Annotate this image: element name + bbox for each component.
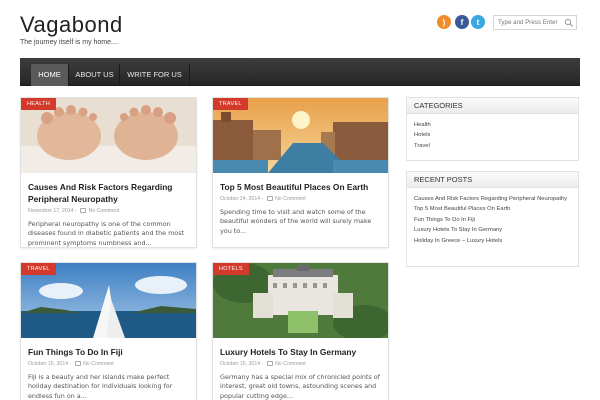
post-card: TRAVEL Fun Things To Do In Fiji October … [20,262,197,400]
recent-post-link[interactable]: Causes And Risk Factors Regarding Periph… [414,195,571,203]
twitter-icon[interactable]: t [471,15,485,29]
widget-title: RECENT POSTS [407,172,578,188]
category-link-hotels[interactable]: Hotels [414,131,571,139]
post-meta: October 15, 2014 - No Comment [220,361,306,367]
search-box [493,15,577,30]
post-title[interactable]: Top 5 Most Beautiful Places On Earth [220,181,381,193]
category-badge[interactable]: HEALTH [21,98,57,110]
category-link-health[interactable]: Health [414,121,571,129]
post-card: HEALTH Causes And Risk Factors Regarding… [20,97,197,248]
post-meta: October 15, 2014 - No Comment [28,361,114,367]
widget-title: CATEGORIES [407,98,578,114]
post-comments[interactable]: No Comment [89,208,120,214]
recent-post-link[interactable]: Luxury Hotels To Stay In Germany [414,226,571,234]
post-title[interactable]: Fun Things To Do In Fiji [28,346,189,358]
recent-post-link[interactable]: Top 5 Most Beautiful Places On Earth [414,205,571,213]
recent-posts-widget: RECENT POSTS Causes And Risk Factors Reg… [406,171,579,267]
post-meta: November 17, 2014 - No Comment [28,208,120,214]
category-badge[interactable]: HOTELS [213,263,249,275]
main-navigation: HOME ABOUT US WRITE FOR US [20,58,580,86]
post-excerpt: Peripheral neuropathy is one of the comm… [28,220,185,247]
search-icon[interactable] [564,18,574,28]
facebook-icon[interactable]: f [455,15,469,29]
post-comments[interactable]: No Comment [275,196,306,202]
comment-icon [80,208,87,214]
post-comments[interactable]: No Comment [275,361,306,367]
comment-icon [74,361,81,367]
category-badge[interactable]: TRAVEL [213,98,248,110]
search-input[interactable] [494,19,564,26]
post-excerpt: Germany has a special mix of chronicled … [220,373,380,400]
post-thumbnail[interactable]: TRAVEL [21,263,196,338]
recent-post-link[interactable]: Fun Things To Do In Fiji [414,216,571,224]
nav-item-write-for-us[interactable]: WRITE FOR US [120,64,190,86]
site-tagline: The journey itself is my home.... [20,39,119,46]
post-date: October 15, 2014 [28,361,69,367]
category-badge[interactable]: TRAVEL [21,263,56,275]
nav-item-home[interactable]: HOME [31,64,69,86]
category-link-travel[interactable]: Travel [414,142,571,150]
post-meta: October 24, 2014 - No Comment [220,196,306,202]
site-title[interactable]: Vagabond [20,12,123,38]
post-comments[interactable]: No Comment [83,361,114,367]
post-thumbnail[interactable]: HEALTH [21,98,196,173]
post-card: TRAVEL Top 5 Most Beautiful Places On Ea… [212,97,389,248]
comment-icon [266,361,273,367]
rss-icon[interactable]: ) [437,15,451,29]
post-excerpt: Spending time to visit and watch some of… [220,208,372,235]
post-title[interactable]: Causes And Risk Factors Regarding Periph… [28,181,189,205]
recent-post-link[interactable]: Holiday In Greece – Luxury Hotels [414,237,571,245]
post-date: October 15, 2014 [220,361,261,367]
nav-item-about-us[interactable]: ABOUT US [70,64,120,86]
post-title[interactable]: Luxury Hotels To Stay In Germany [220,346,381,358]
post-thumbnail[interactable]: TRAVEL [213,98,388,173]
post-excerpt: Fiji is a beauty and her islands make pe… [28,373,173,400]
post-thumbnail[interactable]: HOTELS [213,263,388,338]
comment-icon [266,196,273,202]
post-date: November 17, 2014 [28,208,74,214]
categories-widget: CATEGORIES Health Hotels Travel [406,97,579,161]
post-card: HOTELS Luxury Hotels To Stay In Germany … [212,262,389,400]
post-date: October 24, 2014 [220,196,261,202]
